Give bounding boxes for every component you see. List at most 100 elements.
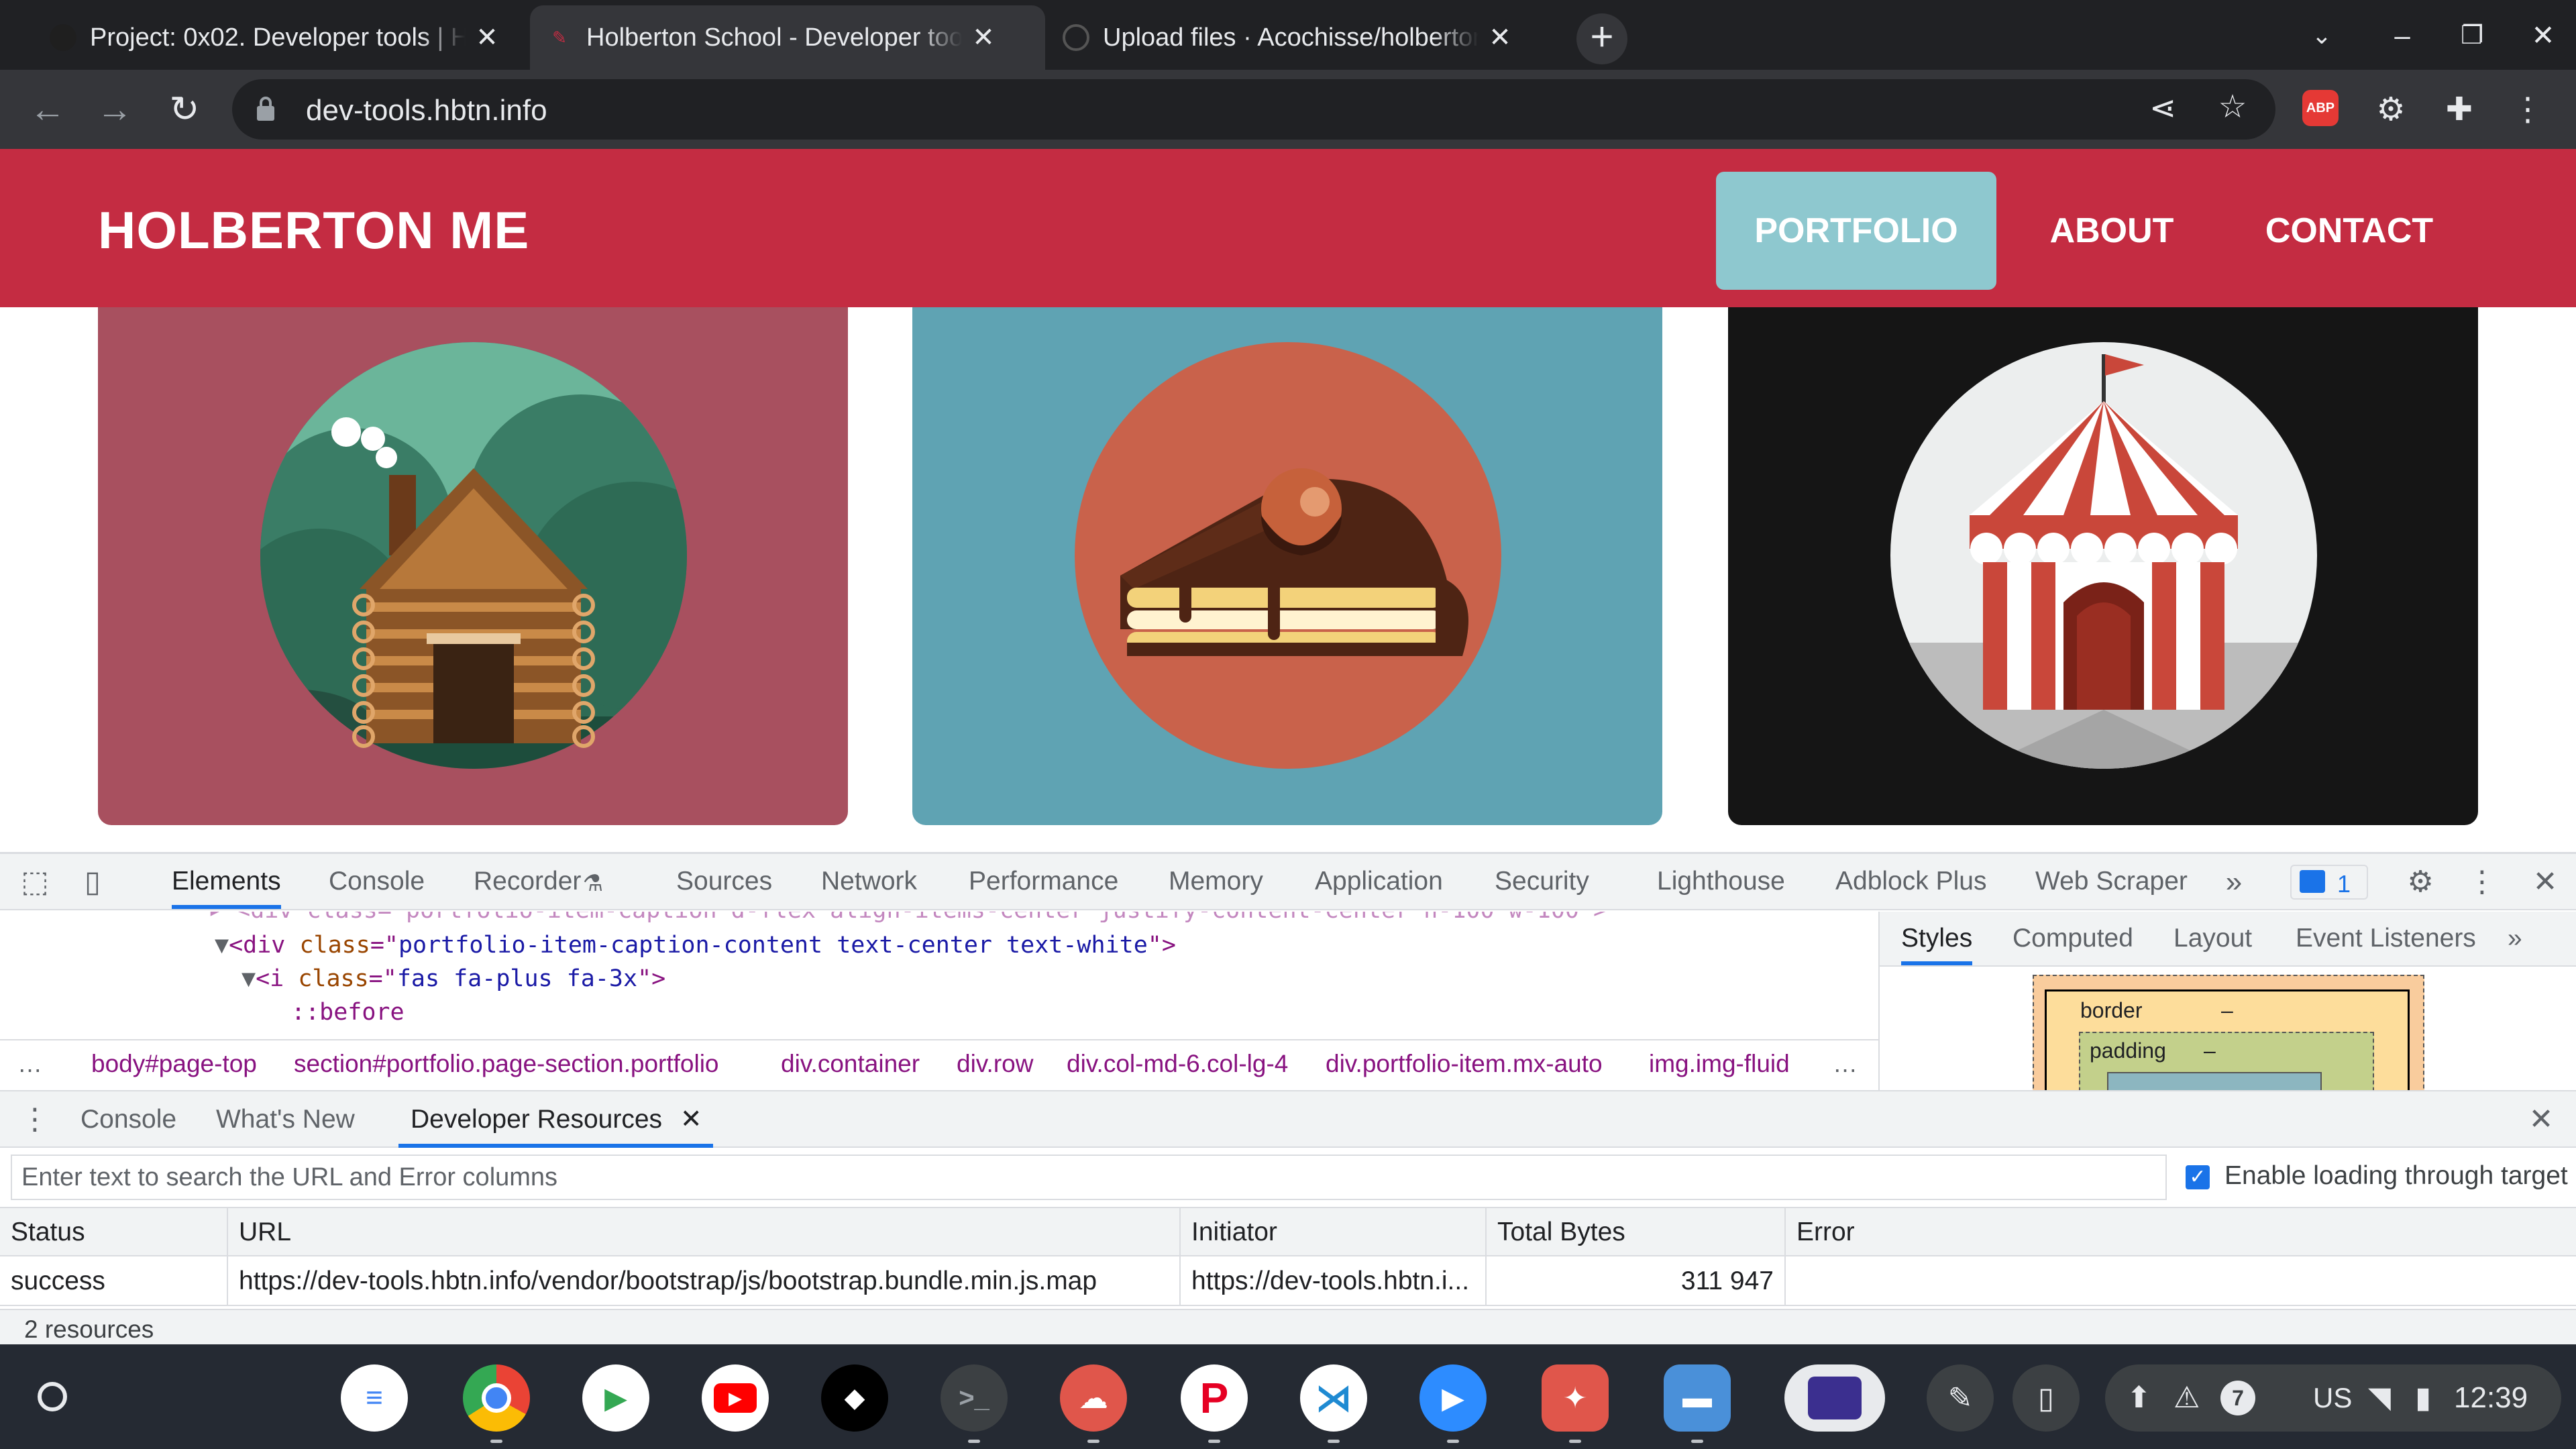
close-icon[interactable]: ✕ — [970, 22, 997, 53]
dom-node-pseudo-before[interactable]: ::before — [291, 999, 405, 1026]
nav-contact[interactable]: CONTACT — [2235, 172, 2463, 290]
bookmark-star-icon[interactable]: ☆ — [2212, 87, 2253, 127]
cell-error[interactable] — [1786, 1256, 2576, 1306]
column-initiator[interactable]: Initiator — [1181, 1208, 1487, 1256]
portfolio-item-circus[interactable] — [1728, 307, 2478, 825]
cell-url[interactable]: https://dev-tools.hbtn.info/vendor/boots… — [228, 1256, 1181, 1306]
breadcrumb-section[interactable]: section#portfolio.page-section.portfolio — [294, 1050, 719, 1078]
event-listeners-tab[interactable]: Event Listeners — [2296, 912, 2476, 965]
devtools-close-icon[interactable]: ✕ — [2526, 863, 2564, 901]
tab-search-chevron-icon[interactable]: ⌄ — [2298, 12, 2345, 59]
terminal-icon[interactable]: >_ — [941, 1364, 1008, 1432]
browser-icon[interactable] — [1784, 1364, 1885, 1432]
cell-initiator[interactable]: https://dev-tools.hbtn.i... — [1181, 1256, 1487, 1306]
status-tray[interactable]: ⬆ ⚠ 7 US ◥ ▮ 12:39 — [2105, 1364, 2561, 1432]
share-icon[interactable]: ⋖ — [2143, 89, 2183, 129]
devtools-tab-memory[interactable]: Memory — [1169, 854, 1263, 909]
devtools-tab-console[interactable]: Console — [329, 854, 425, 909]
back-icon[interactable]: ← — [24, 86, 71, 133]
minimize-icon[interactable]: – — [2379, 12, 2426, 59]
breadcrumb-body[interactable]: body#page-top — [91, 1050, 257, 1078]
extensions-puzzle-icon[interactable]: ✚ — [2439, 90, 2479, 130]
breadcrumb-portfolio-item[interactable]: div.portfolio-item.mx-auto — [1326, 1050, 1603, 1078]
drawer-tab-console[interactable]: Console — [80, 1091, 176, 1148]
devtools-tab-security[interactable]: Security — [1495, 854, 1589, 909]
vscode-icon[interactable]: ⋊ — [1300, 1364, 1367, 1432]
restore-icon[interactable]: ❐ — [2449, 12, 2496, 59]
chrome-icon[interactable] — [463, 1364, 530, 1432]
tidal-icon[interactable]: ◆ — [821, 1364, 888, 1432]
devtools-tab-sources[interactable]: Sources — [676, 854, 772, 909]
drawer-tab-developer-resources[interactable]: Developer Resources ✕ — [398, 1091, 713, 1148]
adblock-plus-icon[interactable]: ABP — [2302, 90, 2343, 130]
devtools-tab-network[interactable]: Network — [821, 854, 917, 909]
nav-about[interactable]: ABOUT — [2025, 172, 2199, 290]
web-scraper-icon[interactable]: ⚙ — [2371, 90, 2411, 130]
enable-loading-checkbox[interactable]: ✓ — [2186, 1165, 2210, 1189]
devtools-tab-performance[interactable]: Performance — [969, 854, 1118, 909]
breadcrumb-more-right-icon[interactable]: … — [1833, 1050, 1858, 1078]
resource-search-input[interactable] — [11, 1155, 2167, 1200]
address-bar[interactable]: dev-tools.hbtn.info ⋖ ☆ — [232, 79, 2275, 140]
browser-tab-project[interactable]: Project: 0x02. Developer tools | Holbert… — [34, 5, 530, 70]
new-tab-button[interactable]: + — [1576, 13, 1627, 64]
cell-total-bytes[interactable]: 311 947 — [1487, 1256, 1786, 1306]
settings-gear-icon[interactable]: ⚙ — [2402, 863, 2439, 901]
more-menu-icon[interactable]: ⋮ — [2508, 90, 2548, 130]
devtools-tab-recorder[interactable]: Recorder — [474, 854, 581, 909]
devtools-tab-application[interactable]: Application — [1315, 854, 1443, 909]
more-panes-chevron-icon[interactable]: » — [2508, 912, 2522, 965]
breadcrumb-img[interactable]: img.img-fluid — [1649, 1050, 1790, 1078]
drawer-menu-icon[interactable]: ⋮ — [16, 1101, 54, 1138]
close-icon[interactable]: ✕ — [474, 22, 500, 53]
browser-tab-devtools[interactable]: ✎ Holberton School - Developer tools ✕ — [530, 5, 1045, 70]
styles-tab[interactable]: Styles — [1901, 912, 1973, 965]
cloud-icon[interactable]: ☁ — [1060, 1364, 1127, 1432]
column-url[interactable]: URL — [228, 1208, 1181, 1256]
close-icon[interactable]: ✕ — [1487, 22, 1513, 53]
docs-icon[interactable]: ≡ — [341, 1364, 408, 1432]
breadcrumb-container[interactable]: div.container — [781, 1050, 920, 1078]
launcher-icon[interactable] — [16, 1360, 89, 1433]
breadcrumb-col[interactable]: div.col-md-6.col-lg-4 — [1067, 1050, 1288, 1078]
youtube-icon[interactable]: ▶ — [702, 1364, 769, 1432]
reload-icon[interactable]: ↻ — [161, 86, 208, 133]
portfolio-item-cake[interactable] — [912, 307, 1662, 825]
dom-node-plus-icon[interactable]: ▼<i class="fas fa-plus fa-3x"> — [241, 965, 665, 992]
computed-tab[interactable]: Computed — [2012, 912, 2133, 965]
elements-dom-tree[interactable]: ▸ <div class="portfolio-item-caption d-f… — [0, 912, 1878, 1039]
play-store-icon[interactable]: ▶ — [582, 1364, 649, 1432]
close-icon[interactable]: ✕ — [680, 1105, 702, 1134]
issues-badge[interactable]: 1 — [2290, 865, 2368, 900]
drawer-tab-whats-new[interactable]: What's New — [216, 1091, 355, 1148]
portfolio-item-cabin[interactable] — [98, 307, 848, 825]
column-status[interactable]: Status — [0, 1208, 228, 1256]
breadcrumb-more-icon[interactable]: … — [17, 1050, 42, 1078]
devtools-menu-icon[interactable]: ⋮ — [2463, 863, 2501, 901]
devtools-tab-lighthouse[interactable]: Lighthouse — [1657, 854, 1785, 909]
device-toolbar-icon[interactable]: ▯ — [74, 863, 111, 901]
stylus-tools-icon[interactable]: ✎ — [1927, 1364, 1994, 1432]
devtools-tab-elements[interactable]: Elements — [172, 854, 281, 909]
cell-status[interactable]: success — [0, 1256, 228, 1306]
zoom-icon[interactable]: ▶ — [1419, 1364, 1487, 1432]
phone-hub-icon[interactable]: ▯ — [2012, 1364, 2080, 1432]
forward-icon[interactable]: → — [91, 86, 138, 133]
more-tabs-chevron-icon[interactable]: » — [2215, 863, 2253, 901]
devtools-tab-webscraper[interactable]: Web Scraper — [2035, 854, 2188, 909]
app-icon[interactable]: ✦ — [1542, 1364, 1609, 1432]
layout-tab[interactable]: Layout — [2174, 912, 2252, 965]
pinterest-icon[interactable]: P — [1181, 1364, 1248, 1432]
browser-tab-upload[interactable]: Upload files · Acochisse/holberton ✕ — [1046, 5, 1563, 70]
drawer-close-icon[interactable]: ✕ — [2522, 1101, 2560, 1138]
files-icon[interactable]: ▬ — [1664, 1364, 1731, 1432]
breadcrumb-row[interactable]: div.row — [957, 1050, 1033, 1078]
nav-portfolio[interactable]: PORTFOLIO — [1716, 172, 1996, 290]
dom-node-caption-content[interactable]: ▼<div class="portfolio-item-caption-cont… — [215, 932, 1176, 959]
column-total-bytes[interactable]: Total Bytes — [1487, 1208, 1786, 1256]
window-close-icon[interactable]: ✕ — [2520, 12, 2567, 59]
devtools-tab-adblock[interactable]: Adblock Plus — [1835, 854, 1986, 909]
column-error[interactable]: Error — [1786, 1208, 2576, 1256]
inspect-element-icon[interactable]: ⬚ — [16, 863, 54, 901]
site-brand[interactable]: HOLBERTON ME — [98, 200, 529, 261]
